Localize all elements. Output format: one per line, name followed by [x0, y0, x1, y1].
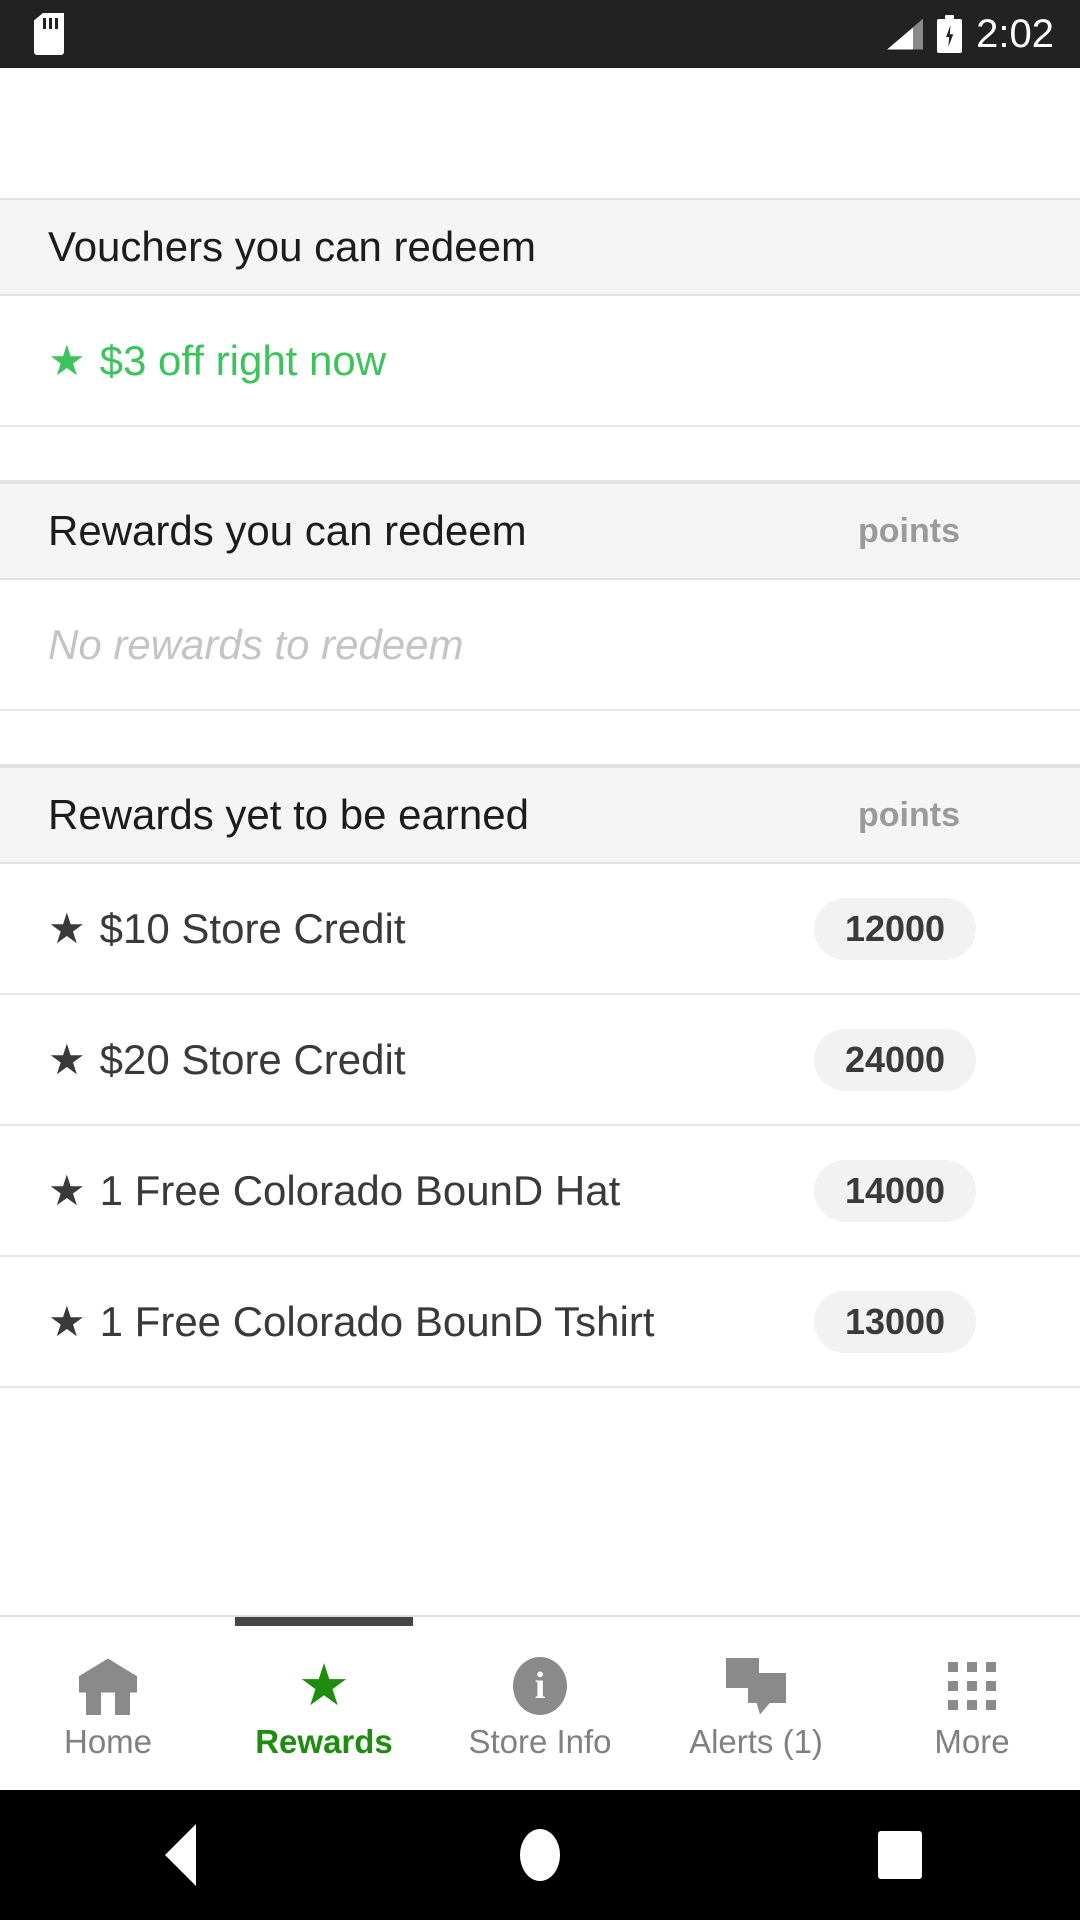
recents-square-icon[interactable] — [830, 1790, 970, 1920]
section-spacer — [0, 427, 1080, 482]
reward-row[interactable]: ★ $10 Store Credit 12000 — [0, 864, 1080, 995]
reward-row[interactable]: ★ $20 Store Credit 24000 — [0, 995, 1080, 1126]
app-screen: 2:02 Vouchers you can redeem ★ $3 off ri… — [0, 0, 1080, 1920]
content-area: Vouchers you can redeem ★ $3 off right n… — [0, 68, 1080, 1615]
reward-label: $20 Store Credit — [99, 1035, 406, 1083]
reward-label: 1 Free Colorado BounD Tshirt — [99, 1297, 655, 1345]
points-badge: 14000 — [814, 1159, 976, 1222]
star-icon: ★ — [48, 1166, 86, 1214]
wifi-icon — [835, 19, 873, 49]
reward-row[interactable]: ★ 1 Free Colorado BounD Tshirt 13000 — [0, 1257, 1080, 1388]
tab-more[interactable]: More — [864, 1617, 1080, 1790]
status-bar-right: 2:02 — [835, 12, 1054, 57]
star-icon: ★ — [48, 1297, 86, 1345]
home-icon — [77, 1655, 139, 1717]
sd-card-icon — [34, 13, 64, 55]
points-badge: 12000 — [814, 897, 976, 960]
status-bar-clock: 2:02 — [976, 11, 1054, 56]
star-icon: ★ — [298, 1652, 350, 1718]
empty-rewards-row: No rewards to redeem — [0, 580, 1080, 711]
active-tab-indicator — [235, 1617, 413, 1626]
voucher-label: $3 off right now — [99, 336, 387, 384]
points-badge: 24000 — [814, 1028, 976, 1091]
star-icon: ★ — [48, 336, 86, 384]
section-spacer — [0, 711, 1080, 766]
info-icon: i — [509, 1655, 571, 1717]
back-triangle-icon[interactable] — [110, 1790, 250, 1920]
bottom-tab-bar: Home ★ Rewards i Store Info Alerts (1) M… — [0, 1615, 1080, 1790]
section-header-vouchers: Vouchers you can redeem — [0, 198, 1080, 296]
reward-row-left: ★ $20 Store Credit — [48, 1036, 406, 1084]
voucher-row[interactable]: ★ $3 off right now — [0, 296, 1080, 427]
reward-row-left: ★ $10 Store Credit — [48, 905, 406, 953]
tab-alerts[interactable]: Alerts (1) — [648, 1617, 864, 1790]
tab-label: Alerts (1) — [689, 1722, 823, 1760]
tab-label: Store Info — [468, 1722, 612, 1760]
battery-charging-icon — [937, 15, 963, 53]
android-nav-bar — [0, 1790, 1080, 1920]
star-icon: ★ — [48, 1035, 86, 1083]
section-unit: points — [858, 795, 960, 834]
reward-label: 1 Free Colorado BounD Hat — [99, 1166, 621, 1214]
reward-row-left: ★ 1 Free Colorado BounD Hat — [48, 1167, 620, 1215]
status-bar: 2:02 — [0, 0, 1080, 68]
tab-rewards[interactable]: ★ Rewards — [216, 1617, 432, 1790]
section-header-rewards-redeem: Rewards you can redeem points — [0, 482, 1080, 580]
tab-store-info[interactable]: i Store Info — [432, 1617, 648, 1790]
section-title: Rewards you can redeem — [48, 507, 527, 554]
section-unit: points — [858, 511, 960, 550]
reward-row[interactable]: ★ 1 Free Colorado BounD Hat 14000 — [0, 1126, 1080, 1257]
status-bar-left — [34, 13, 64, 55]
grid-dots-icon — [941, 1655, 1003, 1717]
section-header-rewards-earn: Rewards yet to be earned points — [0, 766, 1080, 864]
tab-label: Home — [63, 1722, 153, 1760]
section-title: Rewards yet to be earned — [48, 791, 529, 838]
top-spacer — [0, 68, 1080, 198]
star-icon: ★ — [48, 904, 86, 952]
home-circle-icon[interactable] — [470, 1790, 610, 1920]
points-badge: 13000 — [814, 1290, 976, 1353]
tab-label: More — [934, 1722, 1010, 1760]
reward-row-left: ★ 1 Free Colorado BounD Tshirt — [48, 1298, 655, 1346]
empty-rewards-text: No rewards to redeem — [48, 620, 464, 668]
tab-label: Rewards — [255, 1722, 393, 1760]
section-title: Vouchers you can redeem — [48, 223, 536, 270]
voucher-row-left: ★ $3 off right now — [48, 337, 386, 385]
cellular-signal-icon — [887, 18, 924, 50]
tab-home[interactable]: Home — [0, 1617, 216, 1790]
chat-icon — [725, 1655, 787, 1717]
reward-label: $10 Store Credit — [99, 904, 406, 952]
